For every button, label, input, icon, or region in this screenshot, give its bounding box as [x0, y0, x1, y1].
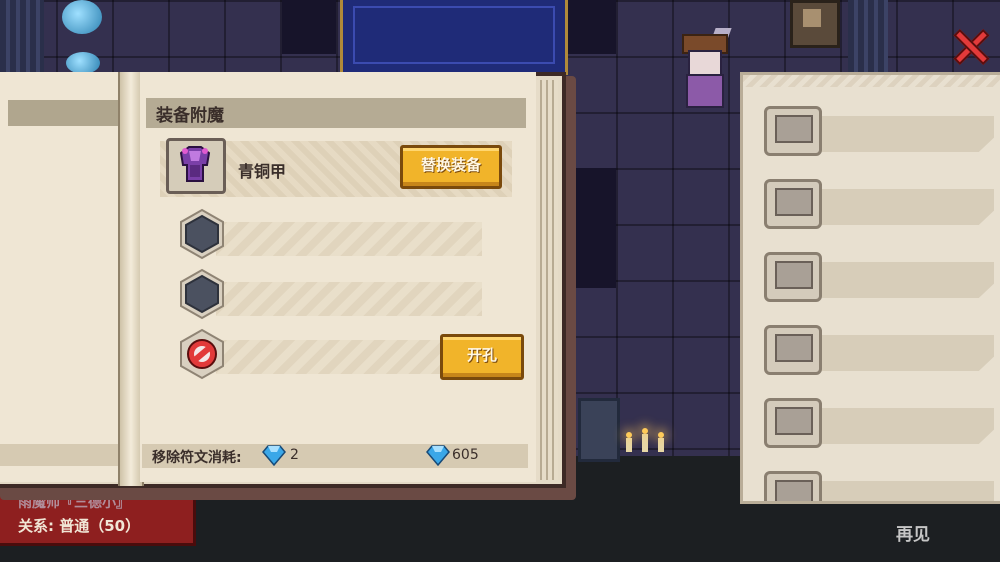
- remove-rune-cost: 2: [290, 447, 299, 463]
- pillar: [848, 0, 888, 72]
- crate: [790, 0, 840, 48]
- doorway: [578, 398, 620, 462]
- ornate-carpet: [340, 0, 568, 75]
- panel-top-trim: [743, 75, 1000, 87]
- left-page-footer: [0, 444, 118, 466]
- inventory-slot[interactable]: [764, 179, 1000, 229]
- candles-icon: [622, 424, 668, 452]
- dark-tile: [576, 168, 616, 288]
- dark-tile: [282, 0, 336, 54]
- goodbye-button[interactable]: 再见: [896, 520, 930, 545]
- crystal-orb-icon: [66, 52, 100, 74]
- left-page-header: [8, 100, 118, 126]
- book-left-page: [0, 72, 121, 482]
- inventory-slot[interactable]: [764, 325, 1000, 375]
- book-page-edges: [536, 80, 558, 480]
- player-character: [676, 28, 732, 110]
- bronze-armor-icon: [179, 146, 211, 182]
- gem-total: 605: [452, 447, 479, 463]
- inventory-slot[interactable]: [764, 252, 1000, 302]
- empty-hex-socket-icon[interactable]: [178, 268, 226, 320]
- npc-relation: 关系: 普通（50）: [18, 517, 141, 535]
- remove-rune-cost-label: 移除符文消耗:: [152, 450, 242, 466]
- dark-tile: [566, 0, 616, 54]
- inventory-slot[interactable]: [764, 471, 1000, 501]
- close-button[interactable]: [950, 26, 992, 68]
- rune-slot-bar: [216, 282, 482, 316]
- pillar: [0, 0, 44, 72]
- empty-hex-socket-icon[interactable]: [178, 208, 226, 260]
- equipment-name: 青铜甲: [238, 162, 287, 181]
- inventory-slot[interactable]: [764, 398, 1000, 448]
- blue-gem-icon: [426, 445, 450, 466]
- open-hole-button[interactable]: 开孔: [440, 334, 524, 380]
- rune-slot-bar: [216, 340, 466, 374]
- crystal-orb-icon: [62, 0, 102, 34]
- rune-slot-bar: [216, 222, 482, 256]
- inventory-slot[interactable]: [764, 106, 1000, 156]
- replace-equipment-button[interactable]: 替换装备: [400, 145, 502, 189]
- blue-gem-icon: [262, 445, 286, 466]
- page-title: 装备附魔: [156, 106, 224, 126]
- no-entry-icon: [180, 328, 224, 380]
